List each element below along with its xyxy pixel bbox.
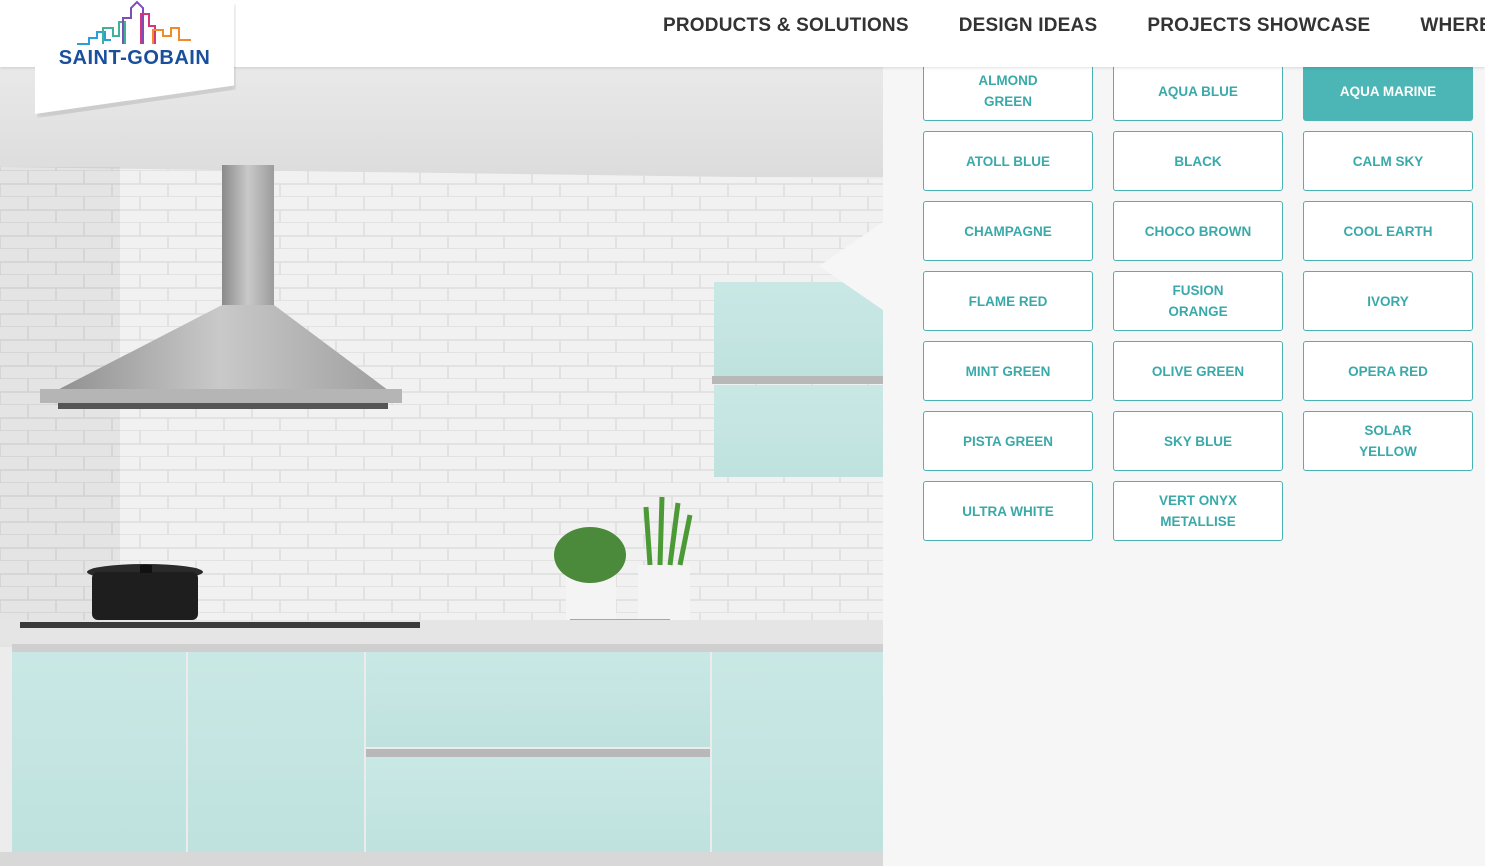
swatch-aqua-blue[interactable]: AQUA BLUE: [1113, 61, 1283, 121]
swatch-ivory[interactable]: IVORY: [1303, 271, 1473, 331]
color-swatch-grid: ALMOND GREEN AQUA BLUE AQUA MARINE ATOLL…: [923, 61, 1473, 541]
swatch-fusion-orange[interactable]: FUSION ORANGE: [1113, 271, 1283, 331]
swatch-mint-green[interactable]: MINT GREEN: [923, 341, 1093, 401]
nav-item-where-to[interactable]: WHERE TO: [1420, 15, 1485, 37]
selection-pointer-arrow: [819, 222, 883, 310]
nav-item-design-ideas[interactable]: DESIGN IDEAS: [959, 15, 1098, 37]
nav-item-projects-showcase[interactable]: PROJECTS SHOWCASE: [1147, 15, 1370, 37]
logo-wordmark: SAINT-GOBAIN: [58, 47, 211, 69]
kitchen-scene: [0, 67, 883, 866]
swatch-choco-brown[interactable]: CHOCO BROWN: [1113, 201, 1283, 261]
city-skyline-logo-icon: [77, 0, 191, 45]
main-nav: PRODUCTS & SOLUTIONS DESIGN IDEAS PROJEC…: [663, 0, 1485, 52]
swatch-opera-red[interactable]: OPERA RED: [1303, 341, 1473, 401]
swatch-pista-green[interactable]: PISTA GREEN: [923, 411, 1093, 471]
swatch-solar-yellow[interactable]: SOLAR YELLOW: [1303, 411, 1473, 471]
swatch-olive-green[interactable]: OLIVE GREEN: [1113, 341, 1283, 401]
kitchen-preview-image: [0, 67, 883, 866]
swatch-cool-earth[interactable]: COOL EARTH: [1303, 201, 1473, 261]
swatch-atoll-blue[interactable]: ATOLL BLUE: [923, 131, 1093, 191]
swatch-sky-blue[interactable]: SKY BLUE: [1113, 411, 1283, 471]
swatch-flame-red[interactable]: FLAME RED: [923, 271, 1093, 331]
swatch-ultra-white[interactable]: ULTRA WHITE: [923, 481, 1093, 541]
nav-item-products-solutions[interactable]: PRODUCTS & SOLUTIONS: [663, 15, 909, 37]
swatch-black[interactable]: BLACK: [1113, 131, 1283, 191]
swatch-champagne[interactable]: CHAMPAGNE: [923, 201, 1093, 261]
swatch-aqua-marine[interactable]: AQUA MARINE: [1303, 61, 1473, 121]
swatch-almond-green[interactable]: ALMOND GREEN: [923, 61, 1093, 121]
swatch-calm-sky[interactable]: CALM SKY: [1303, 131, 1473, 191]
swatch-vert-onyx-metallise[interactable]: VERT ONYX METALLISE: [1113, 481, 1283, 541]
